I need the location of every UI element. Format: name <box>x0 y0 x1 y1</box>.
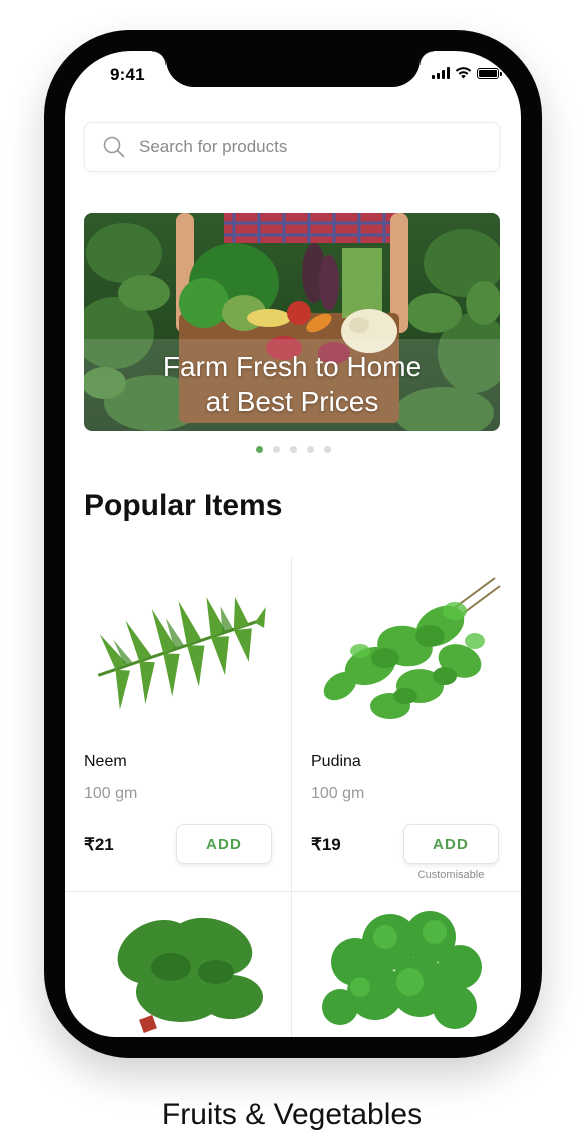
carousel-dot-2[interactable] <box>272 446 280 453</box>
search-input[interactable] <box>137 136 481 158</box>
pudina-mint-image <box>323 577 501 719</box>
status-time: 9:41 <box>110 65 145 84</box>
add-button[interactable]: ADD <box>403 824 499 864</box>
add-button[interactable]: ADD <box>176 824 272 864</box>
neem-leaves-image <box>97 597 266 710</box>
product-price: ₹19 <box>311 835 341 854</box>
showcase-stage: 9:41 Search for products Farm Fresh to H… <box>0 0 584 1139</box>
phone-frame: 9:41 Search for products Farm Fresh to H… <box>44 30 542 1058</box>
carousel-dots <box>65 446 521 453</box>
spinach-image <box>117 917 263 1033</box>
banner-line-1: Farm Fresh to Home <box>162 351 422 382</box>
search-bar[interactable] <box>84 122 500 172</box>
product-quantity: 100 gm <box>84 785 138 802</box>
section-title: Popular Items <box>84 489 283 522</box>
phone-screen: 9:41 Search for products Farm Fresh to H… <box>65 51 521 1037</box>
product-price: ₹21 <box>84 835 114 854</box>
banner-headline: Farm Fresh to Home at Best Prices <box>84 349 500 419</box>
product-card-neem[interactable]: Neem 100 gm ₹21 ADD <box>65 558 291 891</box>
search-icon <box>103 136 125 158</box>
product-quantity: 100 gm <box>311 785 365 802</box>
product-name: Pudina <box>311 753 361 770</box>
product-card-pudina[interactable]: Pudina 100 gm ₹19 ADD Customisable <box>292 558 518 891</box>
caption-title: Fruits & Vegetables <box>161 1098 423 1131</box>
wifi-icon <box>455 67 472 79</box>
status-icons <box>432 67 502 79</box>
carousel-dot-1[interactable] <box>255 446 263 453</box>
coriander-image <box>322 911 482 1029</box>
phone-notch <box>152 51 434 87</box>
banner-line-2: at Best Prices <box>205 386 379 417</box>
carousel-dot-4[interactable] <box>306 446 314 453</box>
customisable-note: Customisable <box>417 869 485 881</box>
carousel-dot-5[interactable] <box>323 446 331 453</box>
carousel-dot-3[interactable] <box>289 446 297 453</box>
battery-icon <box>477 67 502 79</box>
product-name: Neem <box>84 753 127 770</box>
promo-banner[interactable]: Farm Fresh to Home at Best Prices <box>84 213 500 431</box>
signal-icon <box>432 67 450 79</box>
